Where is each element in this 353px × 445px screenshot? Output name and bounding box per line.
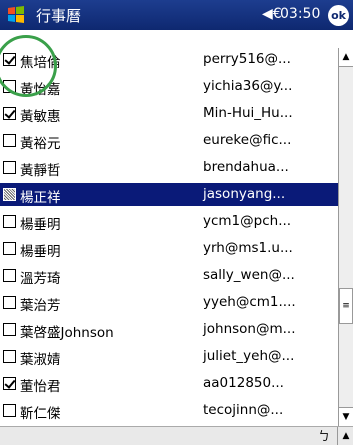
contact-name: 焦培倫 xyxy=(20,55,61,71)
contact-name: 葉啓盛Johnson xyxy=(20,325,114,341)
contact-checkbox[interactable] xyxy=(3,53,16,66)
contact-name: 黃怡嘉 xyxy=(20,82,61,98)
contact-email: johnson@m... xyxy=(203,321,296,337)
contact-checkbox[interactable] xyxy=(3,242,16,255)
contact-email: yichia36@y... xyxy=(203,78,293,94)
contact-checkbox[interactable] xyxy=(3,107,16,120)
contact-name: 董怡君 xyxy=(20,379,61,395)
contact-checkbox[interactable] xyxy=(3,188,16,201)
clock[interactable]: 03:50 xyxy=(280,6,320,22)
scroll-down-arrow-icon[interactable]: ▼ xyxy=(339,407,353,426)
contact-email: aa012850... xyxy=(203,375,284,391)
contact-email: Min-Hui_Hu... xyxy=(203,105,293,121)
contact-email: juliet_yeh@... xyxy=(203,348,295,364)
contact-row[interactable]: 葉治芳 yyeh@cm1.... xyxy=(0,291,338,314)
contact-checkbox[interactable] xyxy=(3,80,16,93)
contact-email: brendahua... xyxy=(203,159,289,175)
volume-icon[interactable]: ◀€ xyxy=(262,6,282,22)
contact-row[interactable]: 楊垂明 ycm1@pch... xyxy=(0,210,338,233)
contact-checkbox[interactable] xyxy=(3,323,16,336)
input-panel-arrow-icon[interactable]: ▲ xyxy=(337,427,353,445)
ok-button[interactable]: ok xyxy=(328,5,349,26)
windows-start-icon[interactable] xyxy=(5,4,27,26)
contact-checkbox[interactable] xyxy=(3,296,16,309)
contact-row[interactable]: 葉淑婧 juliet_yeh@... xyxy=(0,345,338,368)
contact-row[interactable]: 葉啓盛Johnson johnson@m... xyxy=(0,318,338,341)
scroll-up-arrow-icon[interactable]: ▲ xyxy=(339,48,353,67)
contact-name: 溫芳琦 xyxy=(20,271,61,287)
contact-email: sally_wen@... xyxy=(203,267,295,283)
contact-checkbox[interactable] xyxy=(3,404,16,417)
contact-name: 楊正祥 xyxy=(20,190,61,206)
contact-email: jasonyang... xyxy=(203,186,286,202)
contact-checkbox[interactable] xyxy=(3,134,16,147)
contact-row[interactable]: 黃怡嘉 yichia36@y... xyxy=(0,75,338,98)
contact-row[interactable]: 焦培倫 perry516@... xyxy=(0,48,338,71)
contact-checkbox[interactable] xyxy=(3,161,16,174)
contact-row[interactable]: 董怡君 aa012850... xyxy=(0,372,338,395)
contact-email: perry516@... xyxy=(203,51,291,67)
vertical-scrollbar[interactable]: ▲ ≡ ▼ xyxy=(338,48,353,426)
contact-checkbox[interactable] xyxy=(3,350,16,363)
contact-email: tecojinn@... xyxy=(203,402,284,418)
contact-row[interactable]: 楊垂明 yrh@ms1.u... xyxy=(0,237,338,260)
contact-row[interactable]: 溫芳琦 sally_wen@... xyxy=(0,264,338,287)
contact-email: eureke@fic... xyxy=(203,132,292,148)
window-title: 行事曆 xyxy=(36,7,82,25)
input-panel-button[interactable]: ㄅ xyxy=(313,427,335,445)
contact-name: 黃敏惠 xyxy=(20,109,61,125)
contact-name: 葉淑婧 xyxy=(20,352,61,368)
contact-row[interactable]: 楊正祥 jasonyang... xyxy=(0,183,338,206)
contact-checkbox[interactable] xyxy=(3,377,16,390)
contact-email: yyeh@cm1.... xyxy=(203,294,296,310)
contact-row[interactable]: 靳仁傑 tecojinn@... xyxy=(0,399,338,422)
contact-email: ycm1@pch... xyxy=(203,213,292,229)
contact-row[interactable]: 黃靜哲 brendahua... xyxy=(0,156,338,179)
menu-bar: ㄅ ▲ xyxy=(0,426,353,445)
contact-name: 楊垂明 xyxy=(20,244,61,260)
contact-name: 黃裕元 xyxy=(20,136,61,152)
contact-checkbox[interactable] xyxy=(3,269,16,282)
contact-row[interactable]: 黃裕元 eureke@fic... xyxy=(0,129,338,152)
contact-row[interactable]: 黃敏惠 Min-Hui_Hu... xyxy=(0,102,338,125)
contact-name: 靳仁傑 xyxy=(20,406,61,422)
title-bar: 行事曆 ◀€ 03:50 ok xyxy=(0,0,353,30)
contact-name: 葉治芳 xyxy=(20,298,61,314)
contact-checkbox[interactable] xyxy=(3,215,16,228)
contact-name: 楊垂明 xyxy=(20,217,61,233)
contact-email: yrh@ms1.u... xyxy=(203,240,293,256)
scroll-thumb[interactable]: ≡ xyxy=(339,288,353,324)
contact-name: 黃靜哲 xyxy=(20,163,61,179)
